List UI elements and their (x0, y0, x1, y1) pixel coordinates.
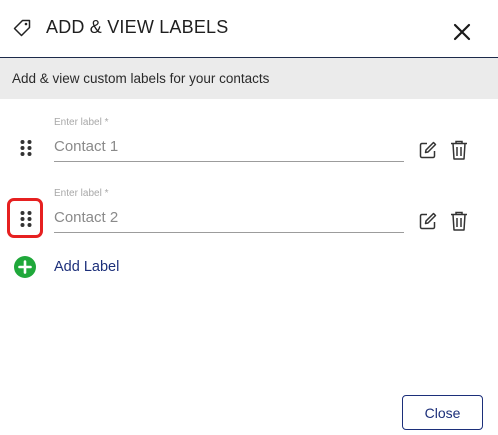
close-button[interactable]: Close (402, 395, 483, 430)
add-view-labels-dialog: ADD & VIEW LABELS Add & view custom labe… (0, 0, 498, 435)
label-row-contact-1: Enter label * (0, 112, 498, 162)
plus-circle-icon[interactable] (14, 256, 36, 278)
label-row-contact-2: Enter label * (0, 183, 498, 238)
drag-handle-icon[interactable] (14, 136, 38, 160)
close-icon[interactable] (450, 20, 474, 44)
edit-icon[interactable] (418, 140, 438, 160)
dialog-title: ADD & VIEW LABELS (46, 17, 229, 37)
label-input-contact-1[interactable] (54, 132, 404, 162)
trash-icon[interactable] (449, 210, 469, 232)
edit-icon[interactable] (418, 211, 438, 231)
dialog-header: ADD & VIEW LABELS (0, 0, 498, 58)
add-label-text[interactable]: Add Label (54, 259, 119, 275)
drag-handle-icon[interactable] (14, 207, 38, 231)
trash-icon[interactable] (449, 139, 469, 161)
tag-icon (12, 18, 32, 38)
label-field-caption: Enter label * (54, 188, 109, 199)
label-input-contact-2[interactable] (54, 203, 404, 233)
label-field-caption: Enter label * (54, 117, 109, 128)
dialog-subheader: Add & view custom labels for your contac… (0, 58, 498, 99)
subheader-text: Add & view custom labels for your contac… (12, 71, 270, 86)
